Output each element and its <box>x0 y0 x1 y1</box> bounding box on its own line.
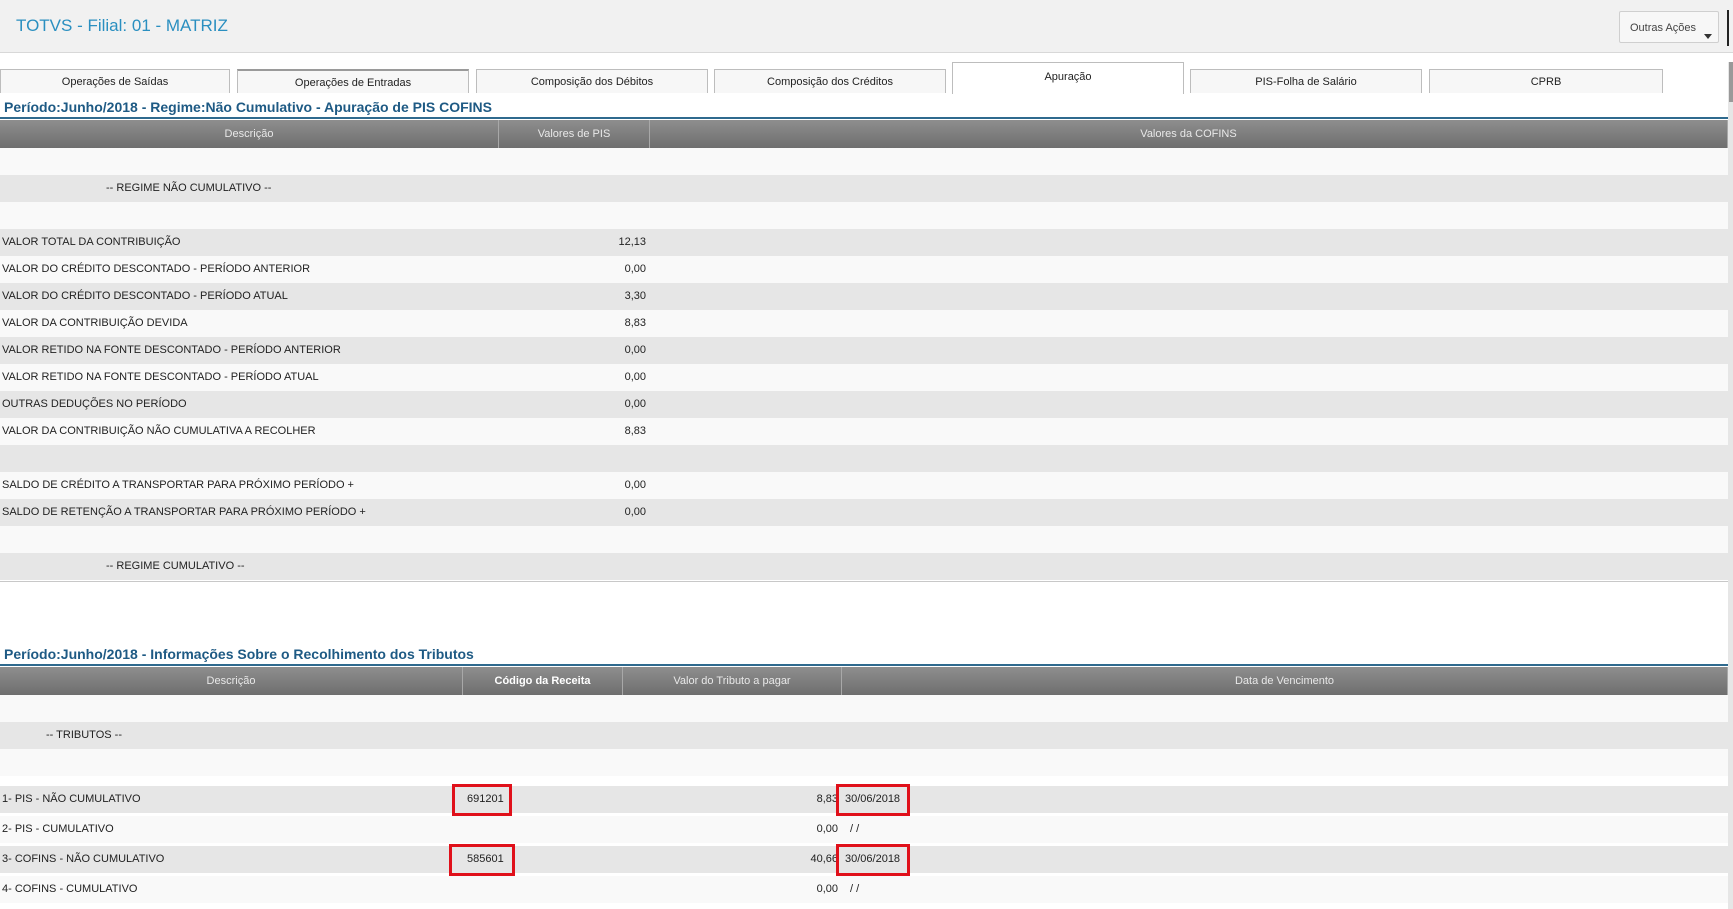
tab-composicao-creditos[interactable]: Composição dos Créditos <box>714 69 946 93</box>
row-pis-value: 0,00 <box>624 371 646 383</box>
row-description: -- TRIBUTOS -- <box>46 729 122 741</box>
app-title: TOTVS - Filial: 01 - MATRIZ <box>16 16 228 35</box>
row-pis-value: 3,30 <box>624 290 646 302</box>
scroll-marker <box>1727 10 1729 46</box>
table-row[interactable]: -- TRIBUTOS -- <box>0 722 1728 749</box>
recolhimento-title: Período:Junho/2018 - Informações Sobre o… <box>4 646 474 662</box>
row-data-vencimento: / / <box>850 823 860 835</box>
table-row[interactable] <box>0 445 1728 472</box>
tab-operacoes-saidas[interactable]: Operações de Saídas <box>0 69 230 93</box>
row-pis-value: 0,00 <box>624 506 646 518</box>
row-valor-tributo: 40,66 <box>810 853 838 865</box>
row-description: VALOR DO CRÉDITO DESCONTADO - PERÍODO AN… <box>2 263 311 275</box>
row-description: VALOR DA CONTRIBUIÇÃO DEVIDA <box>2 317 188 329</box>
tab-pis-folha-salario[interactable]: PIS-Folha de Salário <box>1190 69 1422 93</box>
tab-bar: Operações de Saídas Operações de Entrada… <box>0 62 1730 94</box>
row-description: 3- COFINS - NÃO CUMULATIVO <box>2 853 165 865</box>
tab-composicao-debitos[interactable]: Composição dos Débitos <box>476 69 708 93</box>
table-row[interactable]: VALOR DA CONTRIBUIÇÃO NÃO CUMULATIVA A R… <box>0 418 1728 445</box>
col-valor-tributo[interactable]: Valor do Tributo a pagar <box>623 667 842 695</box>
row-description: OUTRAS DEDUÇÕES NO PERÍODO <box>2 398 187 410</box>
col-valores-pis[interactable]: Valores de PIS <box>499 120 650 148</box>
table-row[interactable] <box>0 148 1728 175</box>
row-data-vencimento: / / <box>850 883 860 895</box>
col-codigo-receita[interactable]: Código da Receita <box>463 667 623 695</box>
highlight-box-data-pis <box>836 784 910 816</box>
chevron-down-icon <box>1704 34 1712 39</box>
outras-acoes-label: Outras Ações <box>1630 22 1697 34</box>
table-row[interactable]: 4- COFINS - CUMULATIVO 0,00 / / <box>0 876 1728 903</box>
table-row[interactable]: VALOR DO CRÉDITO DESCONTADO - PERÍODO AN… <box>0 256 1728 283</box>
tab-operacoes-entradas[interactable]: Operações de Entradas <box>237 69 469 93</box>
row-description: VALOR DA CONTRIBUIÇÃO NÃO CUMULATIVA A R… <box>2 425 316 437</box>
table-row[interactable] <box>0 526 1728 553</box>
row-valor-tributo: 0,00 <box>816 883 838 895</box>
table-row[interactable]: VALOR DA CONTRIBUIÇÃO DEVIDA 8,83 <box>0 310 1728 337</box>
row-description: VALOR RETIDO NA FONTE DESCONTADO - PERÍO… <box>2 344 341 356</box>
table-bottom-border <box>0 581 1728 582</box>
highlight-box-codigo-pis <box>452 784 512 816</box>
row-description: 2- PIS - CUMULATIVO <box>2 823 114 835</box>
row-description: -- REGIME CUMULATIVO -- <box>106 560 245 572</box>
highlight-box-data-cofins <box>836 844 910 876</box>
tab-cprb[interactable]: CPRB <box>1429 69 1663 93</box>
tab-apuracao[interactable]: Apuração <box>952 62 1184 94</box>
outras-acoes-button[interactable]: Outras Ações <box>1619 11 1719 43</box>
row-pis-value: 8,83 <box>624 425 646 437</box>
row-valor-tributo: 0,00 <box>816 823 838 835</box>
row-description: VALOR DO CRÉDITO DESCONTADO - PERÍODO AT… <box>2 290 288 302</box>
row-pis-value: 8,83 <box>624 317 646 329</box>
table-row[interactable]: OUTRAS DEDUÇÕES NO PERÍODO 0,00 <box>0 391 1728 418</box>
row-description: SALDO DE CRÉDITO A TRANSPORTAR PARA PRÓX… <box>2 479 354 491</box>
apuracao-title: Período:Junho/2018 - Regime:Não Cumulati… <box>4 99 493 115</box>
col-descricao[interactable]: Descrição <box>0 120 499 148</box>
row-description: VALOR TOTAL DA CONTRIBUIÇÃO <box>2 236 181 248</box>
col-descricao[interactable]: Descrição <box>0 667 463 695</box>
table-row[interactable]: VALOR TOTAL DA CONTRIBUIÇÃO 12,13 <box>0 229 1728 256</box>
row-description: 1- PIS - NÃO CUMULATIVO <box>2 793 141 805</box>
row-valor-tributo: 8,83 <box>816 793 838 805</box>
table-row[interactable]: -- REGIME CUMULATIVO -- <box>0 553 1728 580</box>
row-pis-value: 12,13 <box>618 236 646 248</box>
table-row[interactable]: SALDO DE RETENÇÃO A TRANSPORTAR PARA PRÓ… <box>0 499 1728 526</box>
top-bar: TOTVS - Filial: 01 - MATRIZ Outras Ações <box>0 0 1733 53</box>
highlight-box-codigo-cofins <box>449 844 515 876</box>
row-description: VALOR RETIDO NA FONTE DESCONTADO - PERÍO… <box>2 371 319 383</box>
col-data-vencimento[interactable]: Data de Vencimento <box>842 667 1728 695</box>
table-row[interactable] <box>0 202 1728 229</box>
table-row[interactable]: 2- PIS - CUMULATIVO 0,00 / / <box>0 816 1728 843</box>
row-pis-value: 0,00 <box>624 398 646 410</box>
table-row[interactable]: -- REGIME NÃO CUMULATIVO -- <box>0 175 1728 202</box>
section-divider <box>0 117 1728 119</box>
table-row[interactable] <box>0 749 1728 776</box>
scrollbar-track[interactable] <box>1728 62 1733 909</box>
table-row[interactable]: VALOR RETIDO NA FONTE DESCONTADO - PERÍO… <box>0 337 1728 364</box>
table-row[interactable]: VALOR DO CRÉDITO DESCONTADO - PERÍODO AT… <box>0 283 1728 310</box>
table-row[interactable]: SALDO DE CRÉDITO A TRANSPORTAR PARA PRÓX… <box>0 472 1728 499</box>
row-description: 4- COFINS - CUMULATIVO <box>2 883 138 895</box>
row-pis-value: 0,00 <box>624 263 646 275</box>
apuracao-table-header: Descrição Valores de PIS Valores da COFI… <box>0 120 1728 148</box>
row-description: -- REGIME NÃO CUMULATIVO -- <box>106 182 272 194</box>
table-row[interactable] <box>0 695 1728 722</box>
section-divider <box>0 664 1728 666</box>
table-row[interactable]: VALOR RETIDO NA FONTE DESCONTADO - PERÍO… <box>0 364 1728 391</box>
col-valores-cofins[interactable]: Valores da COFINS <box>650 120 1728 148</box>
row-description: SALDO DE RETENÇÃO A TRANSPORTAR PARA PRÓ… <box>2 506 366 518</box>
row-pis-value: 0,00 <box>624 479 646 491</box>
recolhimento-table-header: Descrição Código da Receita Valor do Tri… <box>0 667 1728 695</box>
scrollbar-thumb[interactable] <box>1729 62 1733 102</box>
row-pis-value: 0,00 <box>624 344 646 356</box>
